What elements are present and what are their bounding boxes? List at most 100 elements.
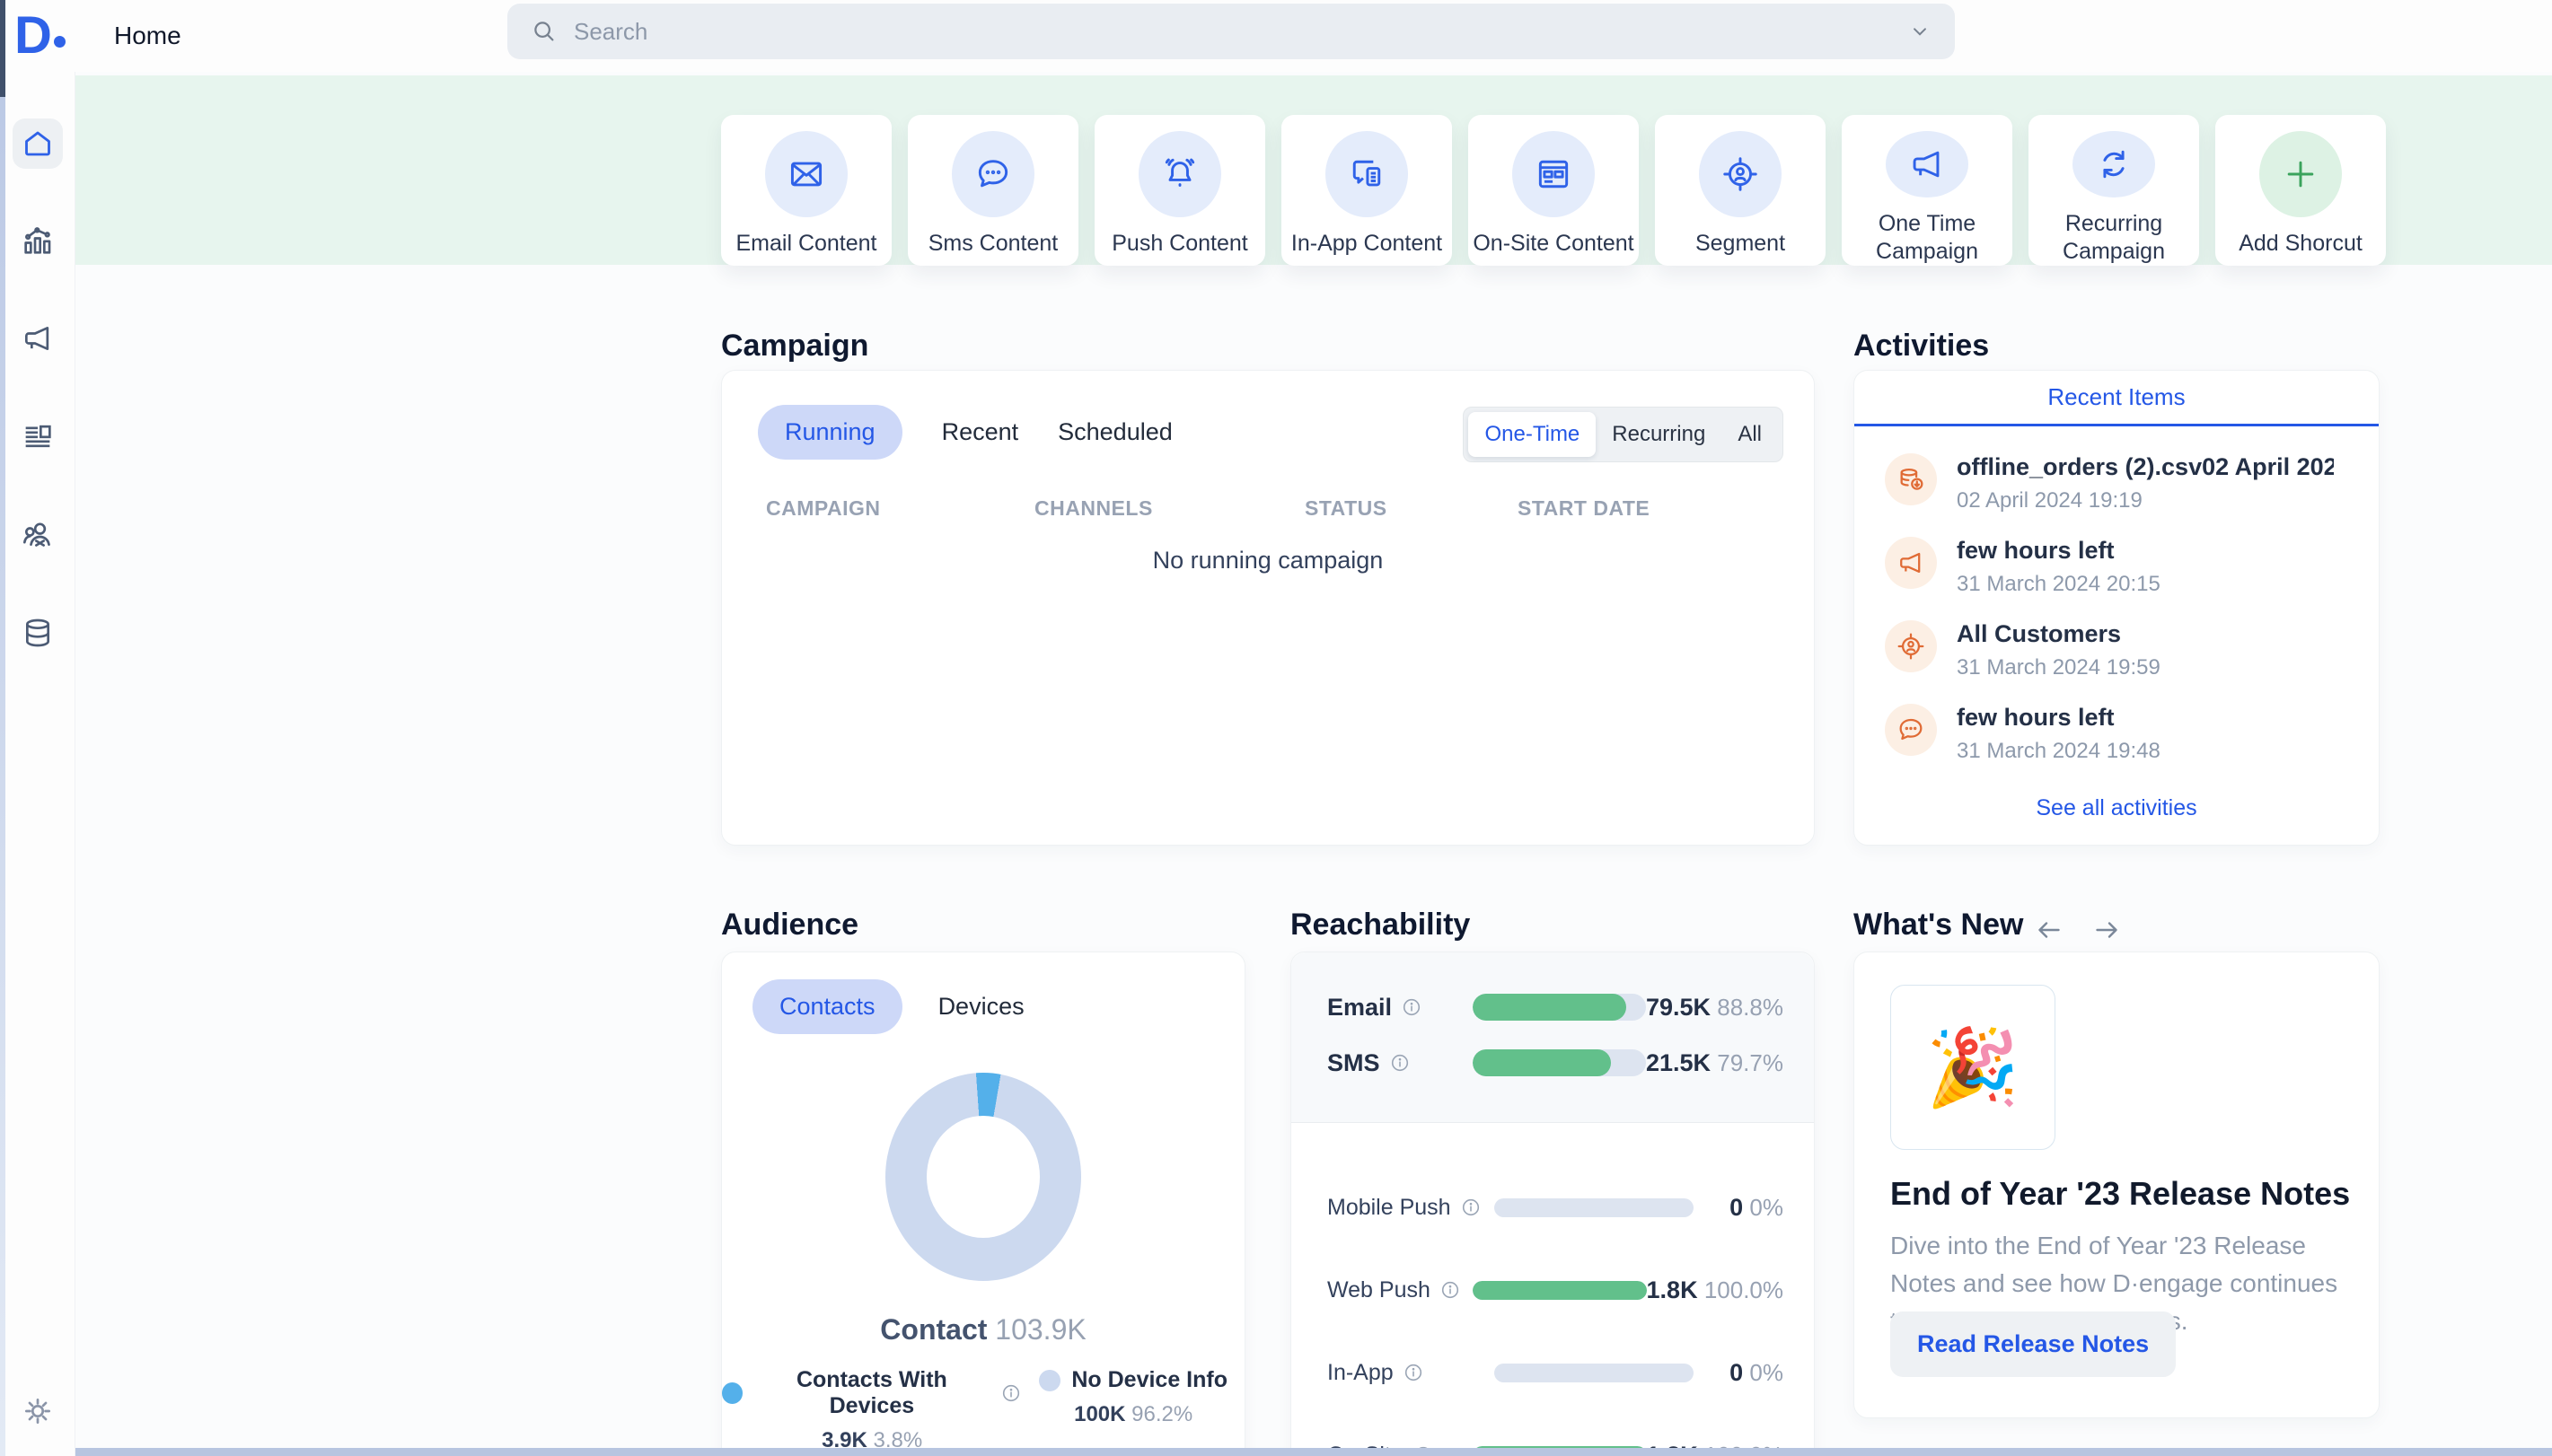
sidebar-item-analytics[interactable]: [13, 215, 63, 266]
sms-reach-bar: [1473, 1049, 1646, 1076]
tab-running[interactable]: Running: [758, 405, 902, 460]
audience-donut-center-label: Contact 103.9K: [722, 1313, 1245, 1346]
toggle-all[interactable]: All: [1721, 412, 1778, 457]
activities-section-title: Activities: [1853, 329, 1989, 364]
channel-row-mobile-push: Mobile Push 0 0%: [1327, 1166, 1783, 1249]
channel-row-sms: SMS 21.5K 79.7%: [1327, 1035, 1783, 1091]
horizontal-scrollbar[interactable]: [75, 1448, 2552, 1456]
reachability-secondary-panel: Mobile Push 0 0% Web Push 1.8K 100.0%: [1291, 1143, 1814, 1456]
shortcut-add-shortcut[interactable]: Add Shorcut: [2215, 115, 2386, 266]
info-icon[interactable]: [1460, 1197, 1482, 1218]
vertical-scrollbar-thumb[interactable]: [0, 0, 5, 97]
audience-section-title: Audience: [721, 908, 858, 943]
activity-item[interactable]: few hours left 31 March 2024 20:15: [1885, 537, 2348, 597]
party-popper-icon: 🎉: [1926, 1023, 2020, 1112]
release-notes-thumbnail: 🎉: [1890, 985, 2055, 1150]
sms-icon: [952, 131, 1034, 217]
tab-recent[interactable]: Recent: [942, 418, 1019, 446]
info-icon[interactable]: [1439, 1279, 1461, 1301]
legend-contacts-with-devices: Contacts With Devices 3.9K 3.8%: [722, 1367, 1022, 1453]
shortcut-onsite-content[interactable]: On-Site Content: [1468, 115, 1639, 266]
whats-new-card[interactable]: 🎉 End of Year '23 Release Notes Dive int…: [1853, 952, 2380, 1418]
search-bar[interactable]: [507, 4, 1955, 59]
activity-item[interactable]: few hours left 31 March 2024 19:48: [1885, 704, 2348, 764]
shortcut-label: Push Content: [1112, 230, 1248, 258]
column-campaign: CAMPAIGN: [766, 496, 881, 521]
activity-title: offline_orders (2).csv02 April 2024 19:.…: [1957, 453, 2334, 481]
tab-devices[interactable]: Devices: [938, 993, 1025, 1021]
info-icon[interactable]: [1403, 1362, 1424, 1383]
shortcut-label: Sms Content: [928, 230, 1059, 258]
campaign-card: Running Recent Scheduled One-Time Recurr…: [721, 370, 1815, 846]
contact-total-value: 103.9K: [995, 1313, 1086, 1346]
email-reach-bar: [1473, 994, 1646, 1021]
shortcut-inapp-content[interactable]: In-App Content: [1281, 115, 1452, 266]
read-release-notes-button[interactable]: Read Release Notes: [1890, 1311, 2176, 1377]
legend-no-device-info: No Device Info 100K 96.2%: [1022, 1367, 1245, 1453]
audience-donut-chart: [885, 1073, 1081, 1281]
campaign-table-header: CAMPAIGN CHANNELS STATUS START DATE: [722, 496, 1814, 523]
empty-campaign-message: No running campaign: [722, 547, 1814, 575]
page-title: Home: [114, 22, 181, 50]
contact-label: Contact: [880, 1313, 987, 1346]
tab-contacts[interactable]: Contacts: [752, 979, 902, 1034]
info-icon[interactable]: [1000, 1382, 1022, 1404]
inapp-icon: [1325, 131, 1408, 217]
activities-card: Recent Items offline_orders (2).csv02 Ap…: [1853, 370, 2380, 846]
vertical-scrollbar[interactable]: [0, 0, 5, 1456]
campaign-tabs: Running Recent Scheduled: [758, 405, 1173, 460]
sidebar-item-data[interactable]: [13, 608, 63, 658]
release-notes-title: End of Year '23 Release Notes: [1890, 1175, 2350, 1213]
campaign-period-toggle: One-Time Recurring All: [1463, 407, 1783, 462]
shortcut-segment[interactable]: Segment: [1655, 115, 1826, 266]
shortcut-one-time-campaign[interactable]: One Time Campaign: [1842, 115, 2012, 266]
toggle-one-time[interactable]: One-Time: [1468, 412, 1596, 457]
audience-tabs: Contacts Devices: [752, 979, 1025, 1034]
legend-dot: [722, 1382, 743, 1404]
tab-recent-items[interactable]: Recent Items: [1854, 371, 2379, 426]
channel-row-email: Email 79.5K 88.8%: [1327, 979, 1783, 1035]
activities-list: offline_orders (2).csv02 April 2024 19:.…: [1854, 426, 2379, 764]
chevron-down-icon[interactable]: [1908, 20, 1932, 43]
chat-icon: [1885, 704, 1937, 756]
see-all-activities-link[interactable]: See all activities: [1854, 795, 2379, 821]
activity-title: few hours left: [1957, 704, 2160, 732]
shortcut-label: One Time Campaign: [1842, 210, 2012, 267]
column-channels: CHANNELS: [1034, 496, 1153, 521]
sidebar-item-audience[interactable]: [13, 509, 63, 559]
column-status: STATUS: [1305, 496, 1387, 521]
shortcut-recurring-campaign[interactable]: Recurring Campaign: [2028, 115, 2199, 266]
shortcut-email-content[interactable]: Email Content: [721, 115, 892, 266]
web-push-reach-bar: [1473, 1281, 1646, 1300]
reachability-section-title: Reachability: [1290, 908, 1470, 943]
arrow-left-icon[interactable]: [2033, 914, 2065, 946]
arrow-right-icon[interactable]: [2090, 914, 2123, 946]
sidebar-item-home[interactable]: [13, 118, 63, 169]
whats-new-section-title: What's New: [1853, 908, 2023, 943]
activity-timestamp: 31 March 2024 20:15: [1957, 572, 2160, 597]
sidebar-item-campaigns[interactable]: [13, 313, 63, 364]
activity-title: few hours left: [1957, 537, 2160, 565]
info-icon[interactable]: [1389, 1052, 1411, 1074]
search-input[interactable]: [574, 18, 1892, 46]
megaphone-icon: [20, 320, 56, 356]
search-icon: [531, 18, 558, 45]
sidebar-item-content[interactable]: [13, 411, 63, 461]
dengage-logo-icon[interactable]: D: [14, 5, 77, 65]
segment-icon: [1699, 131, 1782, 217]
shortcut-sms-content[interactable]: Sms Content: [908, 115, 1078, 266]
megaphone-icon: [1886, 131, 1968, 197]
shortcut-label: On-Site Content: [1473, 230, 1633, 258]
info-icon[interactable]: [1401, 996, 1422, 1018]
activity-item[interactable]: offline_orders (2).csv02 April 2024 19:.…: [1885, 453, 2348, 513]
activity-item[interactable]: All Customers 31 March 2024 19:59: [1885, 620, 2348, 680]
gear-icon: [21, 1394, 55, 1428]
tab-scheduled[interactable]: Scheduled: [1058, 418, 1173, 446]
segment-icon: [1885, 620, 1937, 672]
sidebar-item-settings[interactable]: [13, 1386, 63, 1436]
app-screen: D Home: [0, 0, 2552, 1456]
shortcut-label: Recurring Campaign: [2028, 210, 2199, 267]
push-bell-icon: [1139, 131, 1221, 217]
toggle-recurring[interactable]: Recurring: [1596, 412, 1721, 457]
shortcut-push-content[interactable]: Push Content: [1095, 115, 1265, 266]
